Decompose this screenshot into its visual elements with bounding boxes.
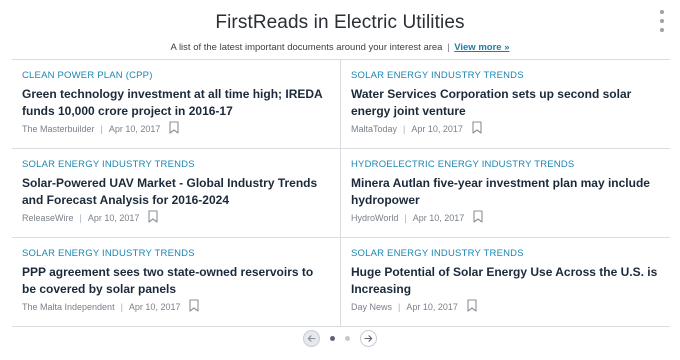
article-meta: The Malta Independent | Apr 10, 2017: [22, 299, 200, 314]
article-category[interactable]: CLEAN POWER PLAN (CPP): [22, 70, 330, 81]
meta-separator: |: [100, 123, 103, 134]
article-meta: HydroWorld | Apr 10, 2017: [351, 210, 483, 225]
article-date: Apr 10, 2017: [412, 212, 465, 223]
article-date: Apr 10, 2017: [128, 301, 181, 312]
arrow-left-icon: [307, 335, 316, 342]
bookmark-icon[interactable]: [472, 121, 482, 136]
meta-separator: |: [404, 212, 407, 223]
bookmark-icon[interactable]: [189, 299, 200, 314]
bookmark-icon[interactable]: [169, 121, 179, 136]
arrow-right-icon: [364, 335, 373, 342]
article-headline[interactable]: Solar-Powered UAV Market - Global Indust…: [22, 175, 330, 209]
article-headline[interactable]: Huge Potential of Solar Energy Use Acros…: [351, 264, 660, 298]
article-grid: CLEAN POWER PLAN (CPP) Green technology …: [12, 59, 670, 327]
pagination: [0, 330, 680, 347]
article-source: Day News: [351, 301, 393, 312]
article-date: Apr 10, 2017: [411, 123, 463, 134]
meta-separator: |: [79, 212, 82, 223]
article-card[interactable]: SOLAR ENERGY INDUSTRY TRENDS Solar-Power…: [12, 149, 341, 238]
subtitle-separator: |: [447, 42, 450, 53]
meta-separator: |: [120, 301, 123, 312]
article-card[interactable]: SOLAR ENERGY INDUSTRY TRENDS Huge Potent…: [341, 238, 670, 327]
widget-header: FirstReads in Electric Utilities A list …: [0, 0, 680, 53]
article-card[interactable]: HYDROELECTRIC ENERGY INDUSTRY TRENDS Min…: [341, 149, 670, 238]
article-category[interactable]: HYDROELECTRIC ENERGY INDUSTRY TRENDS: [351, 159, 660, 170]
article-category[interactable]: SOLAR ENERGY INDUSTRY TRENDS: [351, 248, 660, 259]
bookmark-icon[interactable]: [148, 210, 158, 225]
article-card[interactable]: CLEAN POWER PLAN (CPP) Green technology …: [12, 60, 341, 149]
page-dot-1[interactable]: [330, 336, 335, 341]
article-card[interactable]: SOLAR ENERGY INDUSTRY TRENDS Water Servi…: [341, 60, 670, 149]
article-source: MaltaToday: [351, 123, 398, 134]
article-date: Apr 10, 2017: [87, 212, 140, 223]
article-headline[interactable]: Green technology investment at all time …: [22, 86, 330, 120]
article-source: ReleaseWire: [22, 212, 74, 223]
article-meta: MaltaToday | Apr 10, 2017: [351, 121, 482, 136]
view-more-link[interactable]: View more »: [454, 42, 509, 53]
bookmark-icon[interactable]: [473, 210, 483, 225]
meta-separator: |: [398, 301, 401, 312]
article-meta: The Masterbuilder | Apr 10, 2017: [22, 121, 179, 136]
page-dot-2[interactable]: [345, 336, 350, 341]
next-page-button[interactable]: [360, 330, 377, 347]
article-category[interactable]: SOLAR ENERGY INDUSTRY TRENDS: [22, 159, 330, 170]
article-headline[interactable]: Minera Autlan five-year investment plan …: [351, 175, 660, 209]
prev-page-button[interactable]: [303, 330, 320, 347]
article-headline[interactable]: Water Services Corporation sets up secon…: [351, 86, 660, 120]
article-category[interactable]: SOLAR ENERGY INDUSTRY TRENDS: [22, 248, 330, 259]
article-headline[interactable]: PPP agreement sees two state-owned reser…: [22, 264, 330, 298]
subtitle: A list of the latest important documents…: [0, 42, 680, 53]
article-source: HydroWorld: [351, 212, 399, 223]
kebab-menu-icon[interactable]: [658, 10, 666, 32]
subtitle-text: A list of the latest important documents…: [170, 42, 443, 53]
article-date: Apr 10, 2017: [108, 123, 161, 134]
article-card[interactable]: SOLAR ENERGY INDUSTRY TRENDS PPP agreeme…: [12, 238, 341, 327]
article-date: Apr 10, 2017: [406, 301, 458, 312]
article-meta: ReleaseWire | Apr 10, 2017: [22, 210, 158, 225]
meta-separator: |: [403, 123, 406, 134]
page-title: FirstReads in Electric Utilities: [215, 12, 465, 33]
article-category[interactable]: SOLAR ENERGY INDUSTRY TRENDS: [351, 70, 660, 81]
article-source: The Masterbuilder: [22, 123, 95, 134]
article-meta: Day News | Apr 10, 2017: [351, 299, 477, 314]
bookmark-icon[interactable]: [467, 299, 477, 314]
article-source: The Malta Independent: [22, 301, 115, 312]
